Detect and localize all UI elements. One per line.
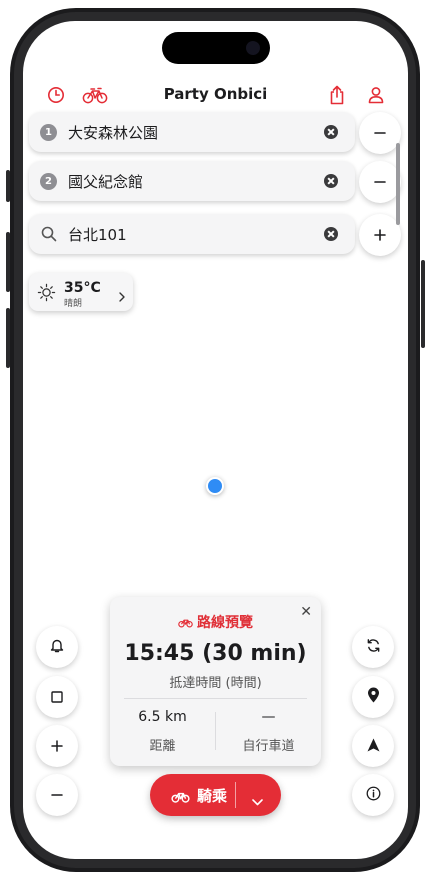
remove-waypoint-button[interactable]	[359, 161, 401, 203]
info-icon	[366, 786, 381, 805]
top-bar: Party Onbici	[23, 76, 408, 114]
remove-waypoint-button[interactable]	[359, 112, 401, 154]
destination-input[interactable]: 台北101	[68, 224, 127, 245]
app-screen: Party Onbici 1 大安森林公園 2 國父紀念館 台北101 35°C…	[23, 21, 408, 859]
waypoint-index-badge: 1	[40, 124, 57, 141]
chevron-down-icon[interactable]	[252, 791, 263, 810]
distance-label: 距離	[149, 739, 176, 754]
weather-temperature: 35°C	[64, 280, 101, 296]
clear-icon[interactable]	[324, 174, 338, 188]
volume-up-button	[6, 232, 10, 292]
sun-icon	[37, 283, 56, 306]
ride-button-label: 騎乘	[197, 787, 228, 805]
waypoint-label: 國父紀念館	[68, 173, 144, 191]
bicycle-icon	[171, 788, 190, 807]
refresh-icon	[366, 638, 381, 657]
zoom-in-button[interactable]	[36, 725, 78, 767]
arrival-time: 15:45 (30 min)	[124, 641, 307, 666]
close-icon[interactable]: ✕	[300, 604, 312, 620]
bicycle-icon	[178, 616, 193, 632]
arrival-time-caption: 抵達時間 (時間)	[169, 676, 262, 691]
front-camera	[246, 41, 260, 55]
card-divider	[124, 698, 307, 699]
pin-button[interactable]	[352, 676, 394, 718]
volume-down-button	[6, 308, 10, 368]
ride-button-separator	[235, 782, 236, 808]
waypoint-label: 大安森林公園	[68, 124, 159, 142]
chevron-right-icon	[119, 287, 125, 306]
action-button	[6, 170, 10, 202]
bell-icon	[50, 638, 64, 657]
square-icon	[51, 688, 63, 707]
ride-button[interactable]: 騎乘	[150, 774, 281, 816]
refresh-button[interactable]	[352, 626, 394, 668]
distance-value: 6.5 km	[138, 709, 187, 725]
map-pin-icon	[367, 687, 380, 707]
user-icon[interactable]	[364, 83, 388, 107]
bell-button[interactable]	[36, 626, 78, 668]
zoom-out-button[interactable]	[36, 774, 78, 816]
minus-icon	[51, 786, 63, 805]
info-button[interactable]	[352, 774, 394, 816]
route-preview-title-text: 路線預覽	[197, 615, 253, 631]
power-button	[421, 260, 425, 348]
bike-lane-value: —	[261, 709, 276, 725]
share-icon[interactable]	[325, 83, 349, 107]
waypoint-row-2[interactable]: 2 國父紀念館	[29, 161, 355, 201]
map-layer-button[interactable]	[36, 676, 78, 718]
waypoint-list-scrollbar[interactable]	[396, 143, 400, 225]
navigation-arrow-icon	[367, 737, 380, 756]
waypoint-row-1[interactable]: 1 大安森林公園	[29, 112, 355, 152]
weather-widget[interactable]: 35°C 晴朗	[29, 273, 133, 311]
waypoint-index-badge: 2	[40, 173, 57, 190]
navigate-button[interactable]	[352, 725, 394, 767]
app-title: Party Onbici	[163, 85, 268, 103]
clear-icon[interactable]	[324, 227, 338, 241]
add-waypoint-button[interactable]	[359, 214, 401, 256]
search-icon	[41, 226, 57, 246]
clear-icon[interactable]	[324, 125, 338, 139]
route-preview-card: 路線預覽 ✕ 15:45 (30 min) 抵達時間 (時間) 6.5 km 距…	[110, 597, 321, 766]
bike-lane-label: 自行車道	[242, 739, 295, 754]
current-location-dot	[206, 477, 224, 495]
plus-icon	[51, 737, 63, 756]
dynamic-island	[162, 32, 270, 64]
weather-condition: 晴朗	[64, 299, 83, 309]
destination-field[interactable]: 台北101	[29, 214, 355, 254]
route-preview-title: 路線預覽	[110, 612, 321, 632]
